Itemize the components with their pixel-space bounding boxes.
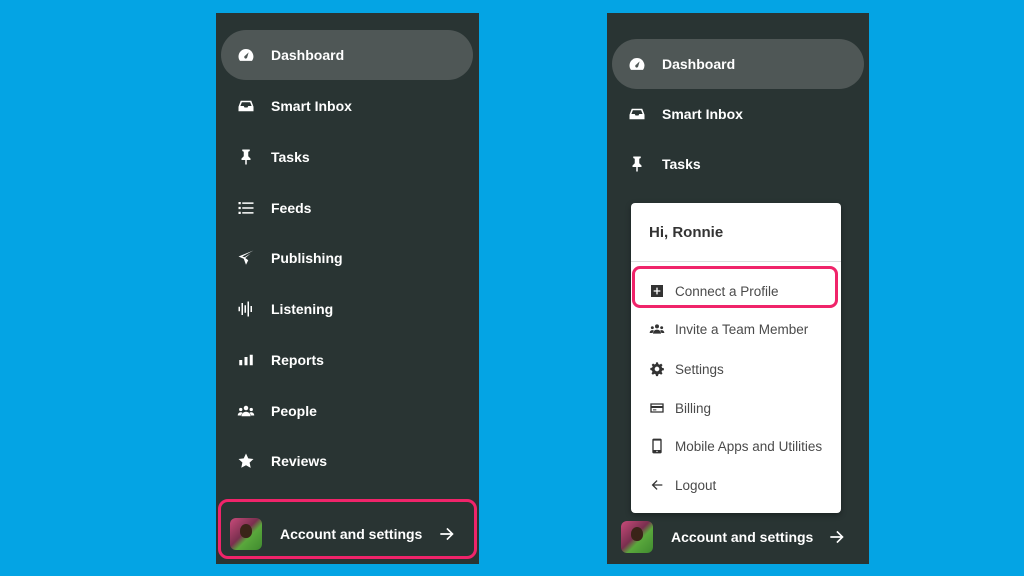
- menu-greeting: Hi, Ronnie: [649, 224, 724, 241]
- account-label: Account and settings: [280, 526, 423, 542]
- menu-item-mobile-apps[interactable]: Mobile Apps and Utilities: [631, 428, 841, 464]
- pin-icon: [237, 148, 255, 166]
- menu-divider: [631, 261, 841, 262]
- sidebar-item-publishing[interactable]: Publishing: [221, 233, 473, 283]
- sidebar-item-feeds[interactable]: Feeds: [221, 183, 473, 233]
- sidebar-item-dashboard[interactable]: Dashboard: [221, 30, 473, 80]
- inbox-icon: [237, 97, 255, 115]
- menu-item-label: Settings: [675, 361, 724, 377]
- sidebar-item-label: Smart Inbox: [662, 106, 743, 122]
- sidebar-item-label: Smart Inbox: [271, 98, 352, 114]
- bar-chart-icon: [237, 351, 255, 369]
- sidebar-item-smart-inbox[interactable]: Smart Inbox: [612, 89, 864, 139]
- sidebar-item-label: Tasks: [271, 149, 310, 165]
- sidebar-item-label: Feeds: [271, 200, 312, 216]
- sidebar-item-people[interactable]: People: [221, 386, 473, 436]
- audio-wave-icon: [237, 300, 255, 318]
- account-settings-button[interactable]: Account and settings: [216, 506, 479, 562]
- sidebar-item-label: Dashboard: [271, 47, 345, 63]
- menu-item-logout[interactable]: Logout: [631, 467, 841, 503]
- arrow-right-icon: [827, 527, 847, 547]
- sidebar-item-smart-inbox[interactable]: Smart Inbox: [221, 81, 473, 131]
- gauge-icon: [237, 46, 255, 64]
- avatar: [621, 521, 653, 553]
- sidebar-item-label: Listening: [271, 301, 334, 317]
- account-menu: Hi, Ronnie Connect a Profile Invite a Te…: [631, 203, 841, 513]
- list-icon: [237, 199, 255, 217]
- sidebar-left: Dashboard Smart Inbox Tasks Feeds Publis…: [216, 13, 479, 564]
- sidebar-item-tasks[interactable]: Tasks: [612, 139, 864, 189]
- users-icon: [237, 402, 255, 420]
- menu-item-label: Logout: [675, 477, 717, 493]
- avatar: [230, 518, 262, 550]
- sidebar-item-dashboard[interactable]: Dashboard: [612, 39, 864, 89]
- account-label: Account and settings: [671, 529, 814, 545]
- sidebar-item-reviews[interactable]: Reviews: [221, 436, 473, 486]
- menu-item-label: Invite a Team Member: [675, 321, 809, 337]
- pin-icon: [628, 155, 646, 173]
- menu-item-settings[interactable]: Settings: [631, 351, 841, 387]
- connect-profile-highlight: [632, 266, 838, 308]
- sidebar-item-listening[interactable]: Listening: [221, 284, 473, 334]
- paper-plane-icon: [237, 249, 255, 267]
- gauge-icon: [628, 55, 646, 73]
- sidebar-item-reports[interactable]: Reports: [221, 335, 473, 385]
- mobile-phone-icon: [648, 437, 666, 455]
- menu-item-invite-team-member[interactable]: Invite a Team Member: [631, 311, 841, 347]
- menu-item-label: Mobile Apps and Utilities: [675, 438, 823, 454]
- users-icon: [648, 320, 666, 338]
- menu-item-billing[interactable]: Billing: [631, 390, 841, 426]
- inbox-icon: [628, 105, 646, 123]
- sidebar-item-label: Publishing: [271, 250, 343, 266]
- menu-item-label: Billing: [675, 400, 712, 416]
- gear-icon: [648, 360, 666, 378]
- arrow-left-icon: [648, 476, 666, 494]
- credit-card-icon: [648, 399, 666, 417]
- sidebar-item-tasks[interactable]: Tasks: [221, 132, 473, 182]
- star-icon: [237, 452, 255, 470]
- sidebar-item-label: Tasks: [662, 156, 701, 172]
- arrow-right-icon: [437, 524, 457, 544]
- sidebar-item-label: People: [271, 403, 317, 419]
- sidebar-item-label: Dashboard: [662, 56, 736, 72]
- account-settings-button[interactable]: Account and settings: [607, 509, 869, 564]
- sidebar-item-label: Reviews: [271, 453, 328, 469]
- sidebar-item-label: Reports: [271, 352, 324, 368]
